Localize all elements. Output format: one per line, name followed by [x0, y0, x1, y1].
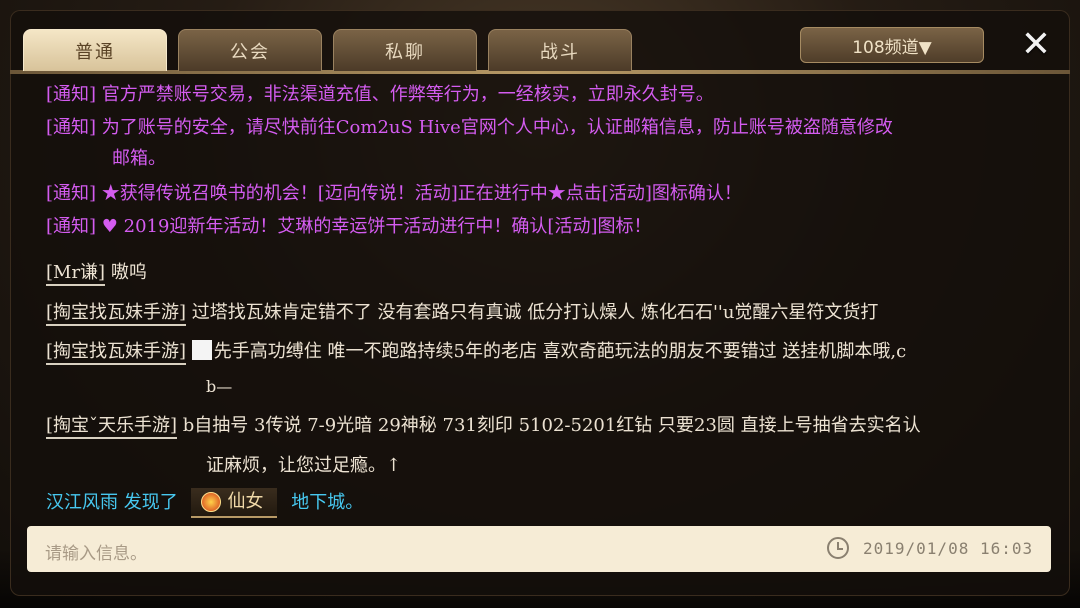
monster-name: 仙女: [227, 491, 264, 512]
chat-text: 先手高功缚住 唯一不跑路持续5年的老店 喜欢奇葩玩法的朋友不要错过 送挂机脚本哦…: [213, 341, 907, 362]
notice-line: [通知] ♥ 2019迎新年活动！艾琳的幸运饼干活动进行中！确认[活动]图标！: [46, 216, 652, 237]
clock-icon: [827, 537, 849, 559]
chat-sender[interactable]: [掏宝找瓦妹手游]: [46, 341, 187, 365]
chat-input[interactable]: 请输入信息。 2019/01/08 16:03: [27, 526, 1051, 572]
chat-text: 嗷呜: [110, 262, 147, 283]
system-player[interactable]: 汉江风雨: [46, 492, 118, 513]
system-message: 汉江风雨 发现了 仙女 地下城。: [46, 488, 363, 518]
chat-message: [Mr谦] 嗷呜: [46, 258, 147, 288]
close-icon[interactable]: ✕: [1016, 24, 1056, 65]
chat-sender[interactable]: [Mr谦]: [46, 262, 106, 286]
chat-input-placeholder: 请输入信息。: [45, 544, 147, 564]
chat-text-cont: 证麻烦，让您过足瘾。↑: [206, 455, 402, 476]
system-place: 地下城。: [291, 492, 364, 513]
chat-text: b自抽号 3传说 7-9光暗 29神秘 731刻印 5102-5201红钻 只要…: [182, 415, 921, 436]
notice-line: [通知] ★获得传说召唤书的机会！[迈向传说！活动]正在进行中★点击[活动]图标…: [46, 183, 742, 204]
chat-sender[interactable]: [掏宝找瓦妹手游]: [46, 302, 187, 326]
tab-guild[interactable]: 公会: [178, 29, 322, 71]
chat-text-cont: b—: [206, 377, 233, 396]
notice-line: [通知] 为了账号的安全，请尽快前往Com2uS Hive官网个人中心，认证邮箱…: [46, 117, 893, 138]
notice-line-cont: 邮箱。: [112, 148, 166, 169]
monster-badge[interactable]: 仙女: [191, 488, 278, 518]
notice-line: [通知] 官方严禁账号交易，非法渠道充值、作弊等行为，一经核实，立即永久封号。: [46, 84, 714, 105]
channel-select[interactable]: 108频道▼: [800, 27, 984, 63]
tab-normal[interactable]: 普通: [23, 29, 167, 71]
chat-message: [掏宝找瓦妹手游] 先手高功缚住 唯一不跑路持续5年的老店 喜欢奇葩玩法的朋友不…: [46, 337, 906, 367]
chat-text: 过塔找瓦妹肯定错不了 没有套路只有真诚 低分打认燥人 炼化石石''u觉醒六星符文…: [191, 302, 879, 323]
chat-sender[interactable]: [掏宝ˇ天乐手游]: [46, 415, 178, 439]
chat-message: [掏宝ˇ天乐手游] b自抽号 3传说 7-9光暗 29神秘 731刻印 5102…: [46, 411, 921, 441]
timestamp: 2019/01/08 16:03: [863, 539, 1034, 558]
chat-message: [掏宝找瓦妹手游] 过塔找瓦妹肯定错不了 没有套路只有真诚 低分打认燥人 炼化石…: [46, 298, 878, 328]
system-verb: 发现了: [123, 492, 178, 513]
tab-private[interactable]: 私聊: [333, 29, 477, 71]
fire-element-icon: [201, 492, 222, 512]
checkbox-icon: [191, 340, 212, 360]
tab-battle[interactable]: 战斗: [488, 29, 632, 71]
